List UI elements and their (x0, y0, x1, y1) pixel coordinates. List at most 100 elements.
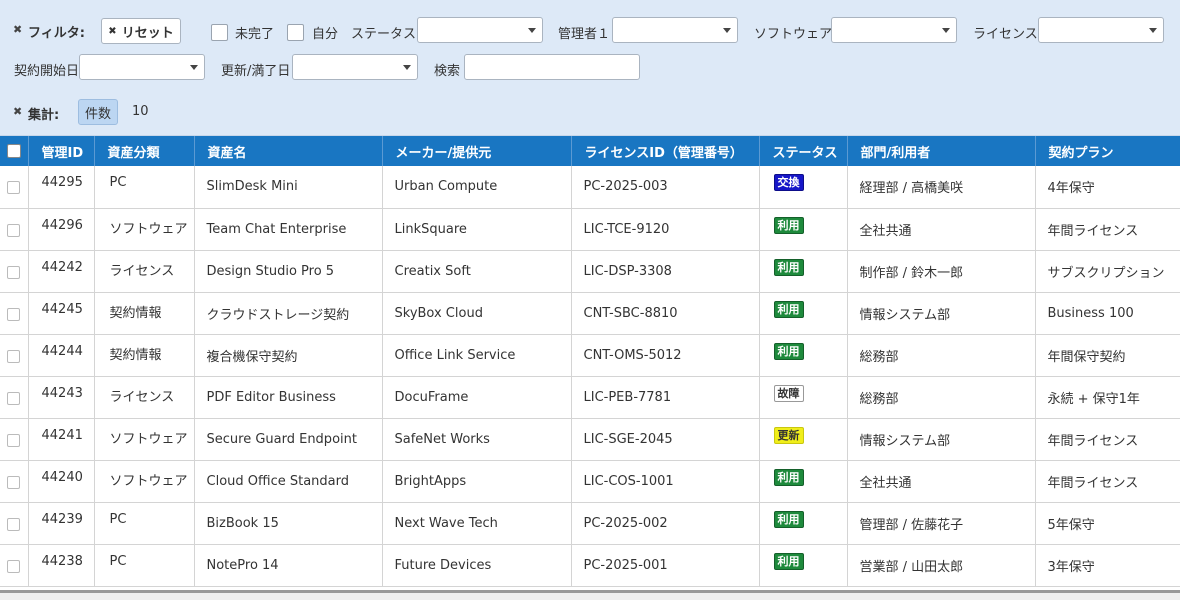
asset-maker: Next Wave Tech (382, 502, 572, 545)
col-header-maker[interactable]: メーカー/提供元 (382, 136, 572, 166)
table-row[interactable]: 44238 PC NotePro 14 Future Devices PC-2025-0… (0, 544, 1180, 587)
software-select[interactable] (831, 17, 957, 43)
asset-id[interactable]: 44295 (28, 166, 95, 209)
summary-toggle-x-icon[interactable]: ✖ (13, 105, 22, 118)
filter-panel: ✖ フィルタ: ✖ リセット 未完了 自分 ステータス 管理者１ ソフトウェア … (0, 0, 1180, 136)
reset-x-icon: ✖ (108, 25, 117, 37)
row-checkbox[interactable] (7, 559, 21, 573)
asset-plan: 年間ライセンス (1035, 460, 1180, 503)
status-filter-label: ステータス (351, 27, 417, 42)
row-checkbox[interactable] (7, 391, 21, 405)
table-row[interactable]: 44242 ライセンス Design Studio Pro 5 Creatix Sof… (0, 250, 1180, 293)
asset-id[interactable]: 44245 (28, 292, 95, 335)
asset-dept: 営業部 / 山田太郎 (847, 544, 1036, 587)
asset-maker: Urban Compute (382, 166, 572, 209)
row-checkbox[interactable] (7, 349, 21, 363)
row-checkbox[interactable] (7, 307, 21, 321)
asset-dept: 管理部 / 佐藤花子 (847, 502, 1036, 545)
col-header-dept[interactable]: 部門/利用者 (847, 136, 1036, 166)
row-checkbox[interactable] (7, 265, 21, 279)
status-cell: 故障 (759, 376, 848, 419)
table-row[interactable]: 44243 ライセンス PDF Editor Business DocuFrame LI… (0, 376, 1180, 419)
search-input[interactable] (464, 54, 640, 80)
status-cell: 利用 (759, 502, 848, 545)
asset-name: BizBook 15 (194, 502, 383, 545)
asset-license-id: LIC-TCE-9120 (571, 208, 760, 251)
asset-id[interactable]: 44244 (28, 334, 95, 377)
row-checkbox[interactable] (7, 181, 21, 194)
license-filter-label: ライセンス (973, 27, 1038, 42)
asset-license-id: CNT-OMS-5012 (571, 334, 760, 377)
table-row[interactable]: 44239 PC BizBook 15 Next Wave Tech PC-2025-0… (0, 502, 1180, 545)
table-row[interactable]: 44244 契約情報 複合機保守契約 Office Link Service CNT-O… (0, 334, 1180, 377)
row-checkbox[interactable] (7, 475, 21, 489)
mine-checkbox[interactable] (287, 24, 304, 41)
asset-maker: Creatix Soft (382, 250, 572, 293)
incomplete-checkbox[interactable] (211, 24, 228, 41)
row-select-cell (0, 208, 29, 251)
asset-category: ソフトウェア (94, 208, 195, 251)
asset-id[interactable]: 44240 (28, 460, 95, 503)
asset-maker: BrightApps (382, 460, 572, 503)
status-badge: 交換 (773, 174, 804, 191)
asset-maker: Future Devices (382, 544, 572, 587)
asset-category: ライセンス (94, 250, 195, 293)
manager-select[interactable] (612, 17, 738, 43)
status-cell: 利用 (759, 208, 848, 251)
asset-id[interactable]: 44238 (28, 544, 95, 587)
row-checkbox[interactable] (7, 223, 21, 237)
contract-start-select[interactable] (79, 54, 205, 80)
renewal-select[interactable] (292, 54, 418, 80)
asset-maker: LinkSquare (382, 208, 572, 251)
asset-id[interactable]: 44241 (28, 418, 95, 461)
asset-plan: 5年保守 (1035, 502, 1180, 545)
horizontal-scrollbar[interactable] (0, 590, 1180, 600)
reset-label: リセット (121, 25, 174, 41)
status-select[interactable] (417, 17, 543, 43)
asset-id[interactable]: 44242 (28, 250, 95, 293)
asset-plan: 3年保守 (1035, 544, 1180, 587)
chevron-down-icon (1149, 28, 1157, 33)
manager-filter-label: 管理者１ (558, 27, 611, 42)
chevron-down-icon (190, 65, 198, 70)
col-header-name[interactable]: 資産名 (194, 136, 383, 166)
col-header-id[interactable]: 管理ID (28, 136, 95, 166)
license-select[interactable] (1038, 17, 1164, 43)
asset-plan: 年間ライセンス (1035, 418, 1180, 461)
count-badge[interactable]: 件数 (78, 99, 118, 125)
table-row[interactable]: 44296 ソフトウェア Team Chat Enterprise LinkSquar… (0, 208, 1180, 251)
asset-plan: 永続 + 保守1年 (1035, 376, 1180, 419)
filter-toggle-x-icon[interactable]: ✖ (13, 23, 22, 36)
asset-maker: Office Link Service (382, 334, 572, 377)
asset-license-id: LIC-DSP-3308 (571, 250, 760, 293)
col-header-plan[interactable]: 契約プラン (1035, 136, 1180, 166)
table-row[interactable]: 44295 PC SlimDesk Mini Urban Compute PC-2025… (0, 166, 1180, 209)
asset-id[interactable]: 44239 (28, 502, 95, 545)
status-cell: 利用 (759, 292, 848, 335)
col-header-category[interactable]: 資産分類 (94, 136, 195, 166)
col-header-status[interactable]: ステータス (759, 136, 848, 166)
reset-button[interactable]: ✖ リセット (101, 18, 181, 44)
row-checkbox[interactable] (7, 433, 21, 447)
asset-table: 管理ID 資産分類 資産名 メーカー/提供元 ライセンスID（管理番号） ステー… (0, 136, 1180, 587)
status-badge: 利用 (773, 258, 804, 276)
row-checkbox[interactable] (7, 517, 21, 531)
asset-dept: 総務部 (847, 376, 1036, 419)
asset-id[interactable]: 44243 (28, 376, 95, 419)
row-select-cell (0, 250, 29, 293)
asset-plan: サブスクリプション (1035, 250, 1180, 293)
asset-name: PDF Editor Business (194, 376, 383, 419)
status-badge: 利用 (773, 468, 804, 486)
select-all-checkbox[interactable] (6, 144, 21, 158)
row-select-cell (0, 460, 29, 503)
asset-id[interactable]: 44296 (28, 208, 95, 251)
table-row[interactable]: 44245 契約情報 クラウドストレージ契約 SkyBox Cloud CNT-SBC-… (0, 292, 1180, 335)
table-row[interactable]: 44241 ソフトウェア Secure Guard Endpoint SafeNet … (0, 418, 1180, 461)
col-header-license-id[interactable]: ライセンスID（管理番号） (571, 136, 760, 166)
mine-label: 自分 (312, 27, 339, 42)
asset-name: Design Studio Pro 5 (194, 250, 383, 293)
asset-dept: 情報システム部 (847, 418, 1036, 461)
row-select-cell (0, 502, 29, 545)
table-row[interactable]: 44240 ソフトウェア Cloud Office Standard BrightAp… (0, 460, 1180, 503)
software-filter-label: ソフトウェア (754, 27, 833, 42)
